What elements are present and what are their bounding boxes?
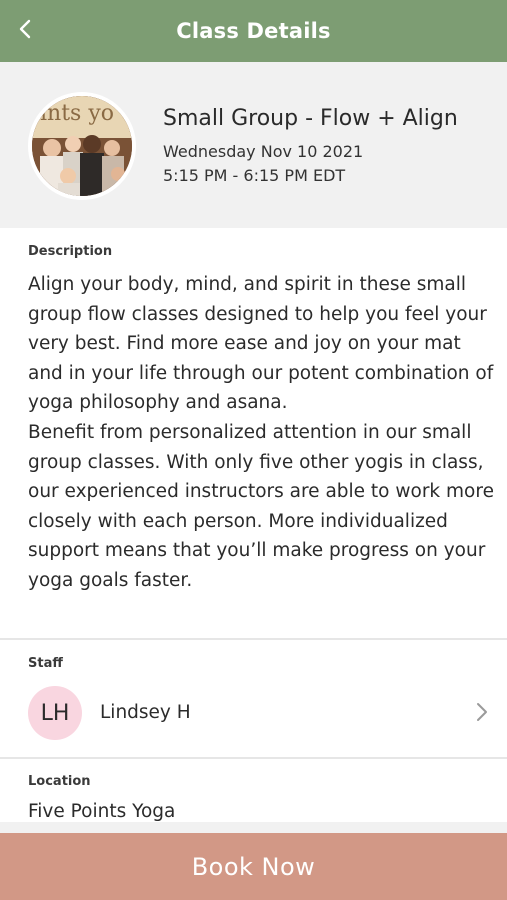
description-text: Align your body, mind, and spirit in the…: [28, 274, 494, 591]
class-photo: ints yo: [32, 96, 132, 196]
location-name: Five Points Yoga: [28, 801, 176, 821]
class-details-screen: Class Details ints yo Small Group - Flow: [0, 0, 507, 900]
class-image: ints yo: [28, 92, 136, 200]
back-button[interactable]: [10, 12, 40, 46]
chevron-right-icon: [477, 703, 487, 721]
staff-avatar: LH: [28, 686, 82, 740]
class-summary: ints yo Small Group - Flow + Align Wedne…: [0, 62, 507, 228]
class-date: Wednesday Nov 10 2021: [163, 142, 364, 161]
location-label: Location: [28, 774, 91, 789]
staff-row[interactable]: LH Lindsey H: [0, 684, 507, 744]
class-time: 5:15 PM - 6:15 PM EDT: [163, 166, 346, 185]
description-label: Description: [28, 244, 113, 259]
header-bar: Class Details: [0, 0, 507, 62]
class-name: Small Group - Flow + Align: [163, 106, 458, 131]
studio-logo-text: ints yo: [40, 101, 114, 126]
book-now-button[interactable]: Book Now: [0, 833, 507, 900]
staff-name: Lindsey H: [100, 702, 191, 723]
chevron-left-icon: [19, 19, 31, 39]
divider: [0, 757, 507, 759]
divider: [0, 638, 507, 640]
page-title: Class Details: [176, 19, 331, 43]
staff-label: Staff: [28, 656, 63, 671]
